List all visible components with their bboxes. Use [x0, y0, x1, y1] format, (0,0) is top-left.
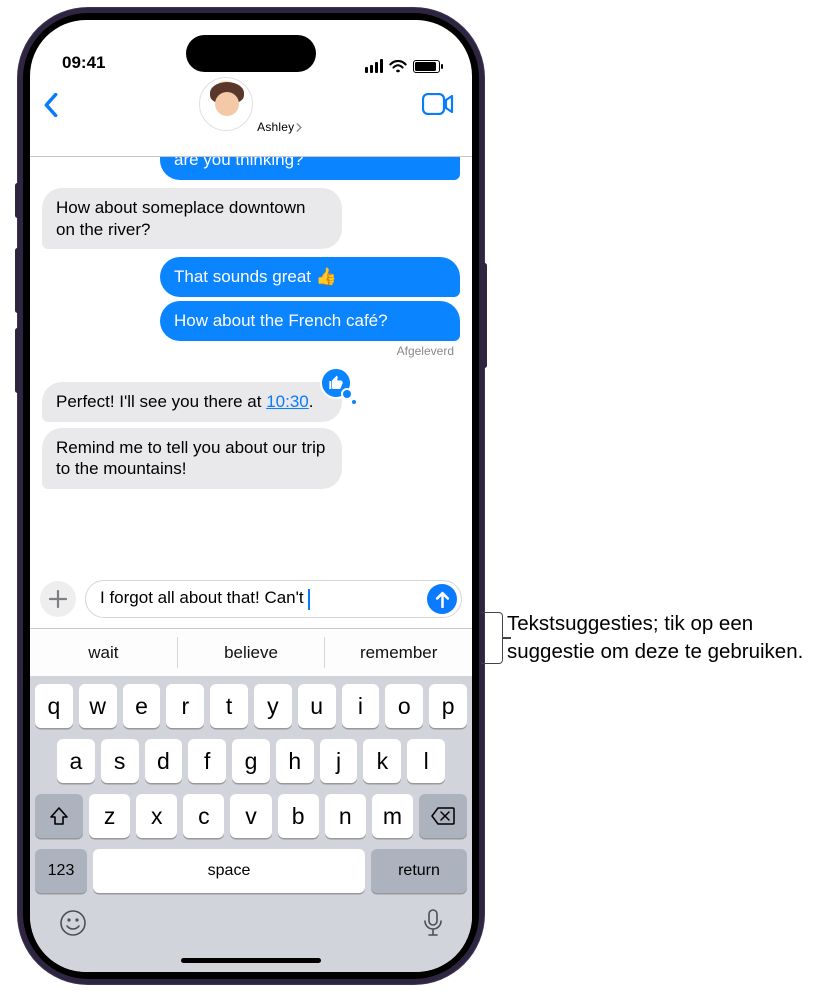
- sent-message[interactable]: That sounds great 👍: [160, 257, 460, 297]
- mute-switch: [15, 183, 20, 218]
- contact-name: Ashley: [257, 120, 294, 134]
- key-f[interactable]: f: [188, 739, 226, 783]
- add-attachment-button[interactable]: [40, 581, 76, 617]
- suggestion-item[interactable]: remember: [324, 637, 472, 668]
- callout-text: Tekstsuggesties; tik op een suggestie om…: [507, 610, 807, 665]
- key-r[interactable]: r: [166, 684, 204, 728]
- message-thread[interactable]: are you thinking? How about someplace do…: [30, 157, 472, 574]
- received-message[interactable]: Perfect! I'll see you there at 10:30.: [42, 382, 342, 422]
- key-m[interactable]: m: [372, 794, 413, 838]
- sent-message[interactable]: How about the French café?: [160, 301, 460, 341]
- keyboard-row-4: 123 space return: [35, 849, 467, 893]
- compose-bar: I forgot all about that! Can't: [30, 574, 472, 628]
- key-v[interactable]: v: [230, 794, 271, 838]
- facetime-button[interactable]: [422, 93, 454, 115]
- key-a[interactable]: a: [57, 739, 95, 783]
- volume-down-button: [15, 328, 20, 393]
- callout-bracket: [481, 612, 503, 664]
- key-j[interactable]: j: [320, 739, 358, 783]
- key-u[interactable]: u: [298, 684, 336, 728]
- key-h[interactable]: h: [276, 739, 314, 783]
- conversation-header: Ashley: [30, 75, 472, 157]
- battery-icon: [413, 60, 440, 73]
- key-k[interactable]: k: [363, 739, 401, 783]
- text-cursor: [308, 589, 310, 610]
- cellular-icon: [365, 59, 384, 73]
- predictive-suggestions: wait believe remember: [30, 628, 472, 676]
- key-s[interactable]: s: [101, 739, 139, 783]
- key-g[interactable]: g: [232, 739, 270, 783]
- dynamic-island: [186, 35, 316, 72]
- delete-key[interactable]: [419, 794, 467, 838]
- numbers-key[interactable]: 123: [35, 849, 87, 893]
- side-button: [482, 263, 487, 368]
- status-time: 09:41: [62, 53, 105, 73]
- shift-key[interactable]: [35, 794, 83, 838]
- key-o[interactable]: o: [385, 684, 423, 728]
- key-t[interactable]: t: [210, 684, 248, 728]
- tapback-thumbs-up-icon[interactable]: [320, 367, 352, 399]
- key-b[interactable]: b: [278, 794, 319, 838]
- keyboard-row-1: q w e r t y u i o p: [35, 684, 467, 728]
- screen: 09:41 Ashley: [30, 20, 472, 972]
- delivery-status: Afgeleverd: [42, 344, 454, 358]
- dictation-key[interactable]: [423, 909, 443, 937]
- key-c[interactable]: c: [183, 794, 224, 838]
- space-key[interactable]: space: [93, 849, 365, 893]
- suggestion-item[interactable]: wait: [30, 629, 177, 676]
- key-y[interactable]: y: [254, 684, 292, 728]
- contact-info-button[interactable]: Ashley: [199, 77, 304, 136]
- iphone-frame: 09:41 Ashley: [18, 8, 484, 984]
- key-x[interactable]: x: [136, 794, 177, 838]
- chevron-right-icon: [296, 123, 303, 132]
- annotation-callout: Tekstsuggesties; tik op een suggestie om…: [507, 610, 807, 665]
- key-w[interactable]: w: [79, 684, 117, 728]
- key-e[interactable]: e: [123, 684, 161, 728]
- received-message[interactable]: How about someplace downtown on the rive…: [42, 188, 342, 250]
- send-button[interactable]: [427, 584, 457, 614]
- key-q[interactable]: q: [35, 684, 73, 728]
- suggestion-item[interactable]: believe: [177, 637, 325, 668]
- keyboard: q w e r t y u i o p a s d f g h j k l: [30, 676, 472, 972]
- key-l[interactable]: l: [407, 739, 445, 783]
- back-button[interactable]: [44, 93, 58, 117]
- key-d[interactable]: d: [145, 739, 183, 783]
- return-key[interactable]: return: [371, 849, 467, 893]
- wifi-icon: [389, 60, 407, 73]
- key-n[interactable]: n: [325, 794, 366, 838]
- volume-up-button: [15, 248, 20, 313]
- received-message[interactable]: Remind me to tell you about our trip to …: [42, 428, 342, 490]
- home-indicator[interactable]: [181, 958, 321, 963]
- message-input[interactable]: I forgot all about that! Can't: [85, 580, 462, 618]
- key-i[interactable]: i: [342, 684, 380, 728]
- keyboard-row-3: z x c v b n m: [35, 794, 467, 838]
- key-z[interactable]: z: [89, 794, 130, 838]
- keyboard-row-2: a s d f g h j k l: [35, 739, 467, 783]
- time-link[interactable]: 10:30: [266, 392, 309, 411]
- emoji-key[interactable]: [59, 909, 87, 937]
- avatar: [199, 77, 253, 131]
- sent-message[interactable]: are you thinking?: [160, 157, 460, 180]
- key-p[interactable]: p: [429, 684, 467, 728]
